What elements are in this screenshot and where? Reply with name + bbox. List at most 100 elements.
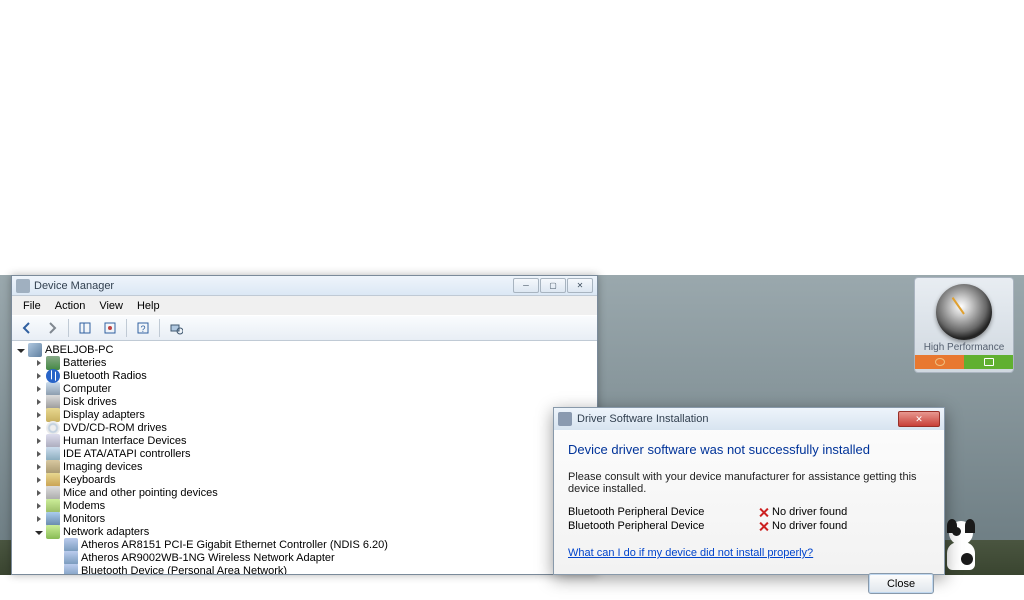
expander-icon[interactable] [34,410,44,420]
menu-action[interactable]: Action [48,298,93,314]
tree-node-label: Atheros AR9002WB-1NG Wireless Network Ad… [81,552,335,564]
tree-node[interactable]: Keyboards [12,473,597,486]
perf-mode-eco-button[interactable] [964,355,1013,369]
net-icon [46,525,60,539]
device-status: No driver found [758,520,847,532]
tree-node[interactable]: Computer [12,382,597,395]
perf-label: High Performance [915,342,1013,353]
device-status-table: Bluetooth Peripheral DeviceNo driver fou… [568,505,930,533]
desktop-dog [939,515,984,570]
tree-node-label: Modems [63,500,105,512]
tree-node-label: Keyboards [63,474,116,486]
minimize-button[interactable]: ─ [513,278,539,293]
disk-icon [46,395,60,409]
neta-icon [64,538,78,552]
bat-icon [46,356,60,370]
dialog-titlebar[interactable]: Driver Software Installation ✕ [554,408,944,430]
expander-icon[interactable] [34,449,44,459]
power-icon [935,358,945,366]
error-x-icon [758,521,769,532]
tree-node[interactable]: Display adapters [12,408,597,421]
properties-button[interactable] [99,318,121,338]
performance-widget[interactable]: High Performance [914,277,1014,373]
expander-icon[interactable] [34,358,44,368]
mon-icon [46,512,60,526]
tree-node[interactable]: Atheros AR9002WB-1NG Wireless Network Ad… [12,551,597,564]
bt-icon [46,369,60,383]
img-icon [46,460,60,474]
tree-node-label: Computer [63,383,111,395]
expander-icon[interactable] [16,345,26,355]
tree-node[interactable]: Monitors [12,512,597,525]
separator [68,319,69,337]
tree-node[interactable]: Modems [12,499,597,512]
tree-node[interactable]: Human Interface Devices [12,434,597,447]
expander-icon[interactable] [34,514,44,524]
tree-node[interactable]: Batteries [12,356,597,369]
kb-icon [46,473,60,487]
maximize-button[interactable]: ▢ [540,278,566,293]
mouse-icon [46,486,60,500]
dialog-close-button[interactable]: ✕ [898,411,940,427]
tree-node[interactable]: Atheros AR8151 PCI-E Gigabit Ethernet Co… [12,538,597,551]
expander-icon[interactable] [34,384,44,394]
tree-node-label: Network adapters [63,526,149,538]
titlebar[interactable]: Device Manager ─ ▢ ✕ [12,276,597,296]
device-manager-window: Device Manager ─ ▢ ✕ File Action View He… [11,275,598,575]
expander-icon[interactable] [34,397,44,407]
menu-file[interactable]: File [16,298,48,314]
tree-node[interactable]: Imaging devices [12,460,597,473]
nav-back-button[interactable] [16,318,38,338]
expander-icon[interactable] [34,462,44,472]
expander-icon[interactable] [34,423,44,433]
help-button[interactable]: ? [132,318,154,338]
help-link[interactable]: What can I do if my device did not insta… [568,547,813,559]
expander-icon[interactable] [34,436,44,446]
tree-node-label: IDE ATA/ATAPI controllers [63,448,191,460]
expander-icon[interactable] [34,475,44,485]
tree-node[interactable]: ABELJOB-PC [12,343,597,356]
tree-node-label: Bluetooth Radios [63,370,147,382]
tree-node[interactable]: Bluetooth Device (Personal Area Network) [12,564,597,574]
close-button[interactable]: ✕ [567,278,593,293]
pc-icon [28,343,42,357]
expander-icon[interactable] [34,488,44,498]
tree-node[interactable]: Mice and other pointing devices [12,486,597,499]
show-hide-tree-button[interactable] [74,318,96,338]
separator [159,319,160,337]
dialog-instruction: Please consult with your device manufact… [568,471,930,495]
close-button[interactable]: Close [868,573,934,594]
expander-icon[interactable] [34,371,44,381]
scan-hardware-button[interactable] [165,318,187,338]
device-tree[interactable]: ABELJOB-PCBatteriesBluetooth RadiosCompu… [12,341,597,574]
expander-spacer [52,540,62,550]
tree-node-label: Atheros AR8151 PCI-E Gigabit Ethernet Co… [81,539,388,551]
device-name: Bluetooth Peripheral Device [568,506,758,518]
expander-icon[interactable] [34,527,44,537]
toolbar: ? [12,315,597,341]
tree-node-label: Disk drives [63,396,117,408]
window-title: Device Manager [34,280,513,292]
device-status: No driver found [758,506,847,518]
comp-icon [46,382,60,396]
tree-node-label: Imaging devices [63,461,143,473]
tree-node-label: Bluetooth Device (Personal Area Network) [81,565,287,575]
tree-node[interactable]: Disk drives [12,395,597,408]
tree-node[interactable]: Network adapters [12,525,597,538]
tree-node[interactable]: IDE ATA/ATAPI controllers [12,447,597,460]
nav-forward-button[interactable] [41,318,63,338]
dvd-icon [46,421,60,435]
tree-node[interactable]: DVD/CD-ROM drives [12,421,597,434]
driver-install-dialog: Driver Software Installation ✕ Device dr… [553,407,945,575]
dialog-heading: Device driver software was not successfu… [568,442,930,457]
tree-node-label: ABELJOB-PC [45,344,113,356]
perf-mode-power-button[interactable] [915,355,964,369]
menu-view[interactable]: View [92,298,130,314]
expander-icon[interactable] [34,501,44,511]
menu-help[interactable]: Help [130,298,167,314]
modem-icon [46,499,60,513]
error-x-icon [758,507,769,518]
neta-icon [64,551,78,565]
tree-node[interactable]: Bluetooth Radios [12,369,597,382]
dialog-title: Driver Software Installation [577,413,898,425]
